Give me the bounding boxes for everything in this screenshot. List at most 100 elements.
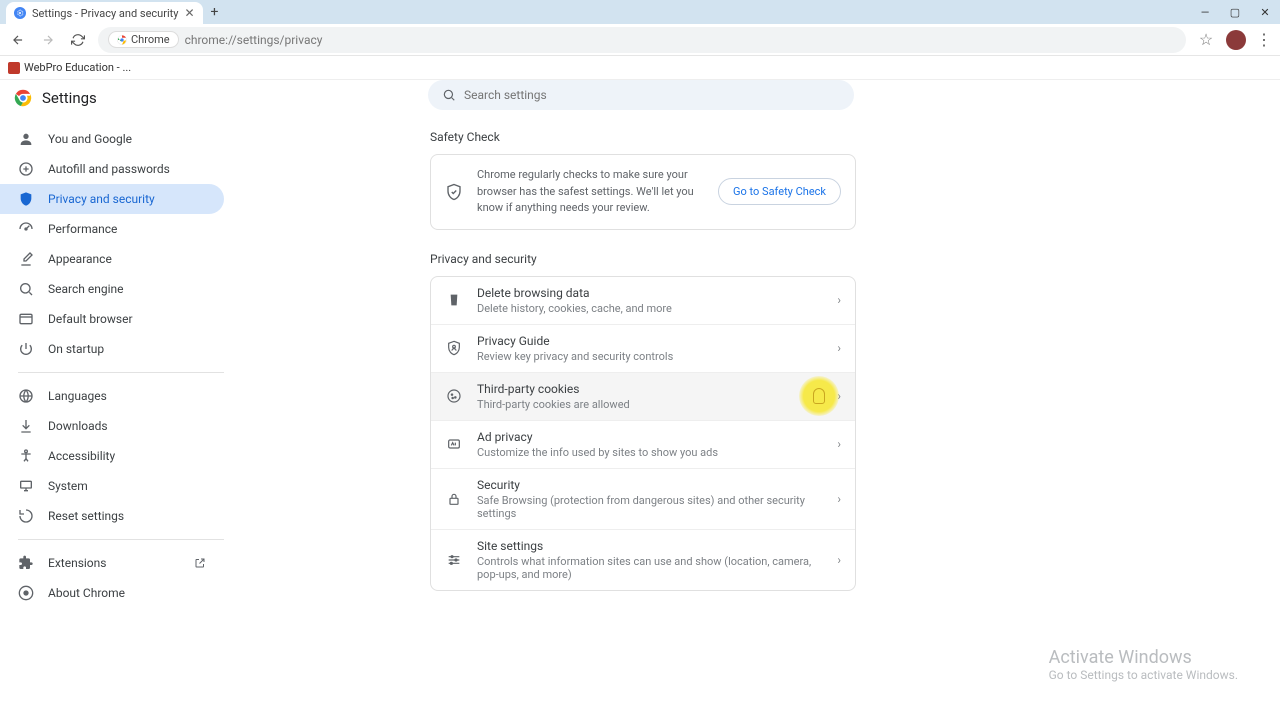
sidebar-item-reset[interactable]: Reset settings xyxy=(0,501,224,531)
new-tab-button[interactable]: + xyxy=(211,4,219,20)
external-link-icon xyxy=(194,557,206,569)
row-subtitle: Customize the info used by sites to show… xyxy=(477,446,823,459)
privacy-list: Delete browsing data Delete history, cook… xyxy=(430,276,856,591)
row-security[interactable]: SecuritySafe Browsing (protection from d… xyxy=(431,469,855,530)
row-site-settings[interactable]: Site settings Controls what information s… xyxy=(431,530,855,590)
chrome-icon xyxy=(18,585,34,601)
chevron-right-icon: › xyxy=(837,389,841,403)
power-icon xyxy=(18,341,34,357)
gear-icon xyxy=(14,7,26,19)
chevron-right-icon: › xyxy=(837,341,841,355)
row-subtitle: Controls what information sites can use … xyxy=(477,555,823,581)
sidebar-item-default-browser[interactable]: Default browser xyxy=(0,304,224,334)
sidebar-item-label: Downloads xyxy=(48,419,108,433)
trash-icon xyxy=(445,291,463,309)
sidebar-item-label: Autofill and passwords xyxy=(48,162,170,176)
close-tab-icon[interactable]: ✕ xyxy=(184,6,194,20)
sidebar-item-label: Privacy and security xyxy=(48,192,155,206)
address-bar[interactable]: Chrome chrome://settings/privacy xyxy=(98,27,1186,53)
row-ad-privacy[interactable]: Ad privacy Customize the info used by sit… xyxy=(431,421,855,469)
search-settings-box[interactable] xyxy=(428,80,854,110)
search-icon xyxy=(18,281,34,297)
sidebar-item-downloads[interactable]: Downloads xyxy=(0,411,224,441)
chrome-logo-icon xyxy=(14,89,32,107)
settings-sidebar: You and Google Autofill and passwords Pr… xyxy=(0,80,240,720)
sidebar-item-accessibility[interactable]: Accessibility xyxy=(0,441,224,471)
minimize-button[interactable]: — xyxy=(1190,0,1220,24)
reset-icon xyxy=(18,508,34,524)
row-title: Third-party cookies xyxy=(477,382,823,396)
sidebar-item-appearance[interactable]: Appearance xyxy=(0,244,224,274)
browser-tab[interactable]: Settings - Privacy and security ✕ xyxy=(6,2,203,24)
sidebar-item-about[interactable]: About Chrome xyxy=(0,578,224,608)
profile-avatar[interactable] xyxy=(1226,30,1246,50)
back-button[interactable] xyxy=(8,30,28,50)
row-subtitle: Third-party cookies are allowed xyxy=(477,398,823,411)
sidebar-item-on-startup[interactable]: On startup xyxy=(0,334,224,364)
sidebar-item-label: You and Google xyxy=(48,132,132,146)
row-subtitle: Delete history, cookies, cache, and more xyxy=(477,302,823,315)
tune-icon xyxy=(445,551,463,569)
page-title: Settings xyxy=(42,89,97,107)
sidebar-item-system[interactable]: System xyxy=(0,471,224,501)
sidebar-item-label: Accessibility xyxy=(48,449,115,463)
sidebar-item-label: Appearance xyxy=(48,252,112,266)
sidebar-item-search-engine[interactable]: Search engine xyxy=(0,274,224,304)
row-third-party-cookies[interactable]: Third-party cookies Third-party cookies a… xyxy=(431,373,855,421)
chevron-right-icon: › xyxy=(837,437,841,451)
safety-check-heading: Safety Check xyxy=(430,130,1280,144)
row-title: Delete browsing data xyxy=(477,286,823,300)
row-title: Privacy Guide xyxy=(477,334,823,348)
search-icon xyxy=(442,88,456,102)
sidebar-item-autofill[interactable]: Autofill and passwords xyxy=(0,154,224,184)
download-icon xyxy=(18,418,34,434)
row-title: Ad privacy xyxy=(477,430,823,444)
sidebar-item-label: Search engine xyxy=(48,282,123,296)
shield-icon xyxy=(18,191,34,207)
sidebar-item-privacy-security[interactable]: Privacy and security xyxy=(0,184,224,214)
safety-check-card: Chrome regularly checks to make sure you… xyxy=(430,154,856,230)
bookmark-star-icon[interactable]: ☆ xyxy=(1196,30,1216,50)
chevron-right-icon: › xyxy=(837,293,841,307)
sidebar-item-label: Reset settings xyxy=(48,509,124,523)
forward-button[interactable] xyxy=(38,30,58,50)
close-window-button[interactable]: ✕ xyxy=(1250,0,1280,24)
accessibility-icon xyxy=(18,448,34,464)
person-icon xyxy=(18,131,34,147)
bookmark-item[interactable]: WebPro Education - ... xyxy=(8,61,131,74)
sidebar-item-you-and-google[interactable]: You and Google xyxy=(0,124,224,154)
search-input[interactable] xyxy=(464,88,840,102)
autofill-icon xyxy=(18,161,34,177)
sidebar-item-performance[interactable]: Performance xyxy=(0,214,224,244)
bookmark-favicon xyxy=(8,62,20,74)
tab-title: Settings - Privacy and security xyxy=(32,7,178,20)
system-icon xyxy=(18,478,34,494)
sidebar-item-extensions[interactable]: Extensions xyxy=(0,548,224,578)
ads-icon xyxy=(445,435,463,453)
browser-icon xyxy=(18,311,34,327)
row-privacy-guide[interactable]: Privacy Guide Review key privacy and secu… xyxy=(431,325,855,373)
sidebar-item-label: Default browser xyxy=(48,312,133,326)
reload-button[interactable] xyxy=(68,30,88,50)
shield-person-icon xyxy=(445,339,463,357)
sidebar-item-label: System xyxy=(48,479,88,493)
lock-icon xyxy=(445,490,463,508)
url-text: chrome://settings/privacy xyxy=(185,33,323,47)
privacy-heading: Privacy and security xyxy=(430,252,1280,266)
chevron-right-icon: › xyxy=(837,492,841,506)
go-to-safety-check-button[interactable]: Go to Safety Check xyxy=(718,178,841,205)
globe-icon xyxy=(18,388,34,404)
paint-icon xyxy=(18,251,34,267)
row-delete-browsing-data[interactable]: Delete browsing data Delete history, cook… xyxy=(431,277,855,325)
row-title: Site settings xyxy=(477,539,823,553)
row-subtitle: Review key privacy and security controls xyxy=(477,350,823,363)
safety-check-desc: Chrome regularly checks to make sure you… xyxy=(477,167,704,217)
menu-icon[interactable]: ⋮ xyxy=(1256,30,1272,49)
sidebar-item-languages[interactable]: Languages xyxy=(0,381,224,411)
sidebar-item-label: Performance xyxy=(48,222,117,236)
chevron-right-icon: › xyxy=(837,553,841,567)
sidebar-item-label: Languages xyxy=(48,389,107,403)
maximize-button[interactable]: ▢ xyxy=(1220,0,1250,24)
sidebar-item-label: About Chrome xyxy=(48,586,125,600)
windows-activation-watermark: Activate Windows Go to Settings to activ… xyxy=(1049,647,1238,682)
